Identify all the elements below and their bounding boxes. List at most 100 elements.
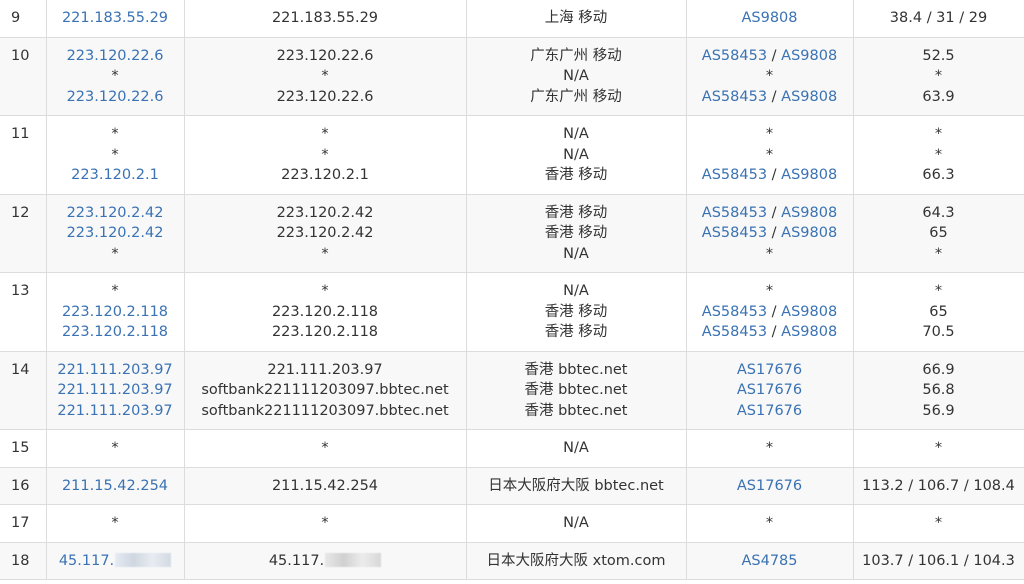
ip-link-text: 221.111.203.97 — [57, 361, 173, 378]
ip-link[interactable]: 223.120.22.6 — [47, 87, 184, 108]
asn-cell: AS9808 — [686, 0, 854, 38]
hop-number: 13 — [11, 283, 30, 299]
hop-row: 9 221.183.55.29 221.183.55.29 上海 移动 AS9808 38… — [0, 0, 1024, 38]
latency-text: 64.3 — [922, 204, 955, 221]
location-text: 香港 移动 — [544, 204, 608, 221]
asn-link[interactable]: AS58453 — [702, 304, 767, 320]
asn-link[interactable]: AS58453 — [702, 225, 767, 241]
asn-line: AS58453 / AS9808 — [687, 87, 853, 108]
asn-link[interactable]: AS9808 — [781, 324, 837, 340]
latency-cell: 38.4 / 31 / 29 — [853, 0, 1024, 38]
location: 日本大阪府大阪 bbtec.net — [467, 476, 686, 497]
asn-link[interactable]: AS58453 — [702, 48, 767, 64]
location-text: 广东广州 移动 — [530, 47, 622, 64]
ip-link[interactable]: 45.117. — [47, 551, 184, 572]
ip-link[interactable]: 223.120.2.42 — [47, 223, 184, 244]
hop-row: 13 * 223.120.2.118 223.120.2.118 * 223.120.2.… — [0, 272, 1024, 352]
asn-link[interactable]: AS9808 — [781, 89, 837, 105]
asn-cell: AS58453 / AS9808 AS58453 / AS9808 * — [686, 194, 854, 273]
asn-link[interactable]: AS17676 — [737, 382, 802, 398]
latency-text: * — [934, 440, 943, 456]
hostname: 223.120.2.118 — [185, 322, 466, 343]
latency-text: * — [934, 146, 943, 163]
hostname: 211.15.42.254 — [185, 476, 466, 497]
ip-link[interactable]: 223.120.2.118 — [47, 322, 184, 343]
hop-row: 16 211.15.42.254 211.15.42.254 日本大阪府大阪 bbte… — [0, 467, 1024, 505]
asn-link[interactable]: AS17676 — [737, 362, 802, 378]
asn-link[interactable]: AS58453 — [702, 89, 767, 105]
asn-line: AS58453 / AS9808 — [687, 322, 853, 343]
hostname-text: * — [321, 245, 329, 262]
hostname: 223.120.2.1 — [185, 165, 466, 186]
hostname: * — [185, 66, 466, 87]
asn-link[interactable]: AS17676 — [737, 478, 802, 494]
asn-link[interactable]: AS9808 — [781, 167, 837, 183]
ip-link[interactable]: 211.15.42.254 — [47, 476, 184, 497]
ip-link: * — [47, 513, 184, 534]
ip-link-text: 221.111.203.97 — [57, 402, 173, 419]
ip-link[interactable]: 223.120.22.6 — [47, 46, 184, 67]
hostname-cell: 221.111.203.97 softbank221111203097.bbtec… — [184, 351, 467, 430]
hostname-text: 221.183.55.29 — [271, 10, 379, 26]
asn-link[interactable]: AS4785 — [741, 553, 797, 569]
hop-number-cell: 16 — [0, 467, 47, 505]
asn-empty: * — [765, 146, 774, 163]
ip-link[interactable]: 223.120.2.1 — [47, 165, 184, 186]
ip-link[interactable]: 221.111.203.97 — [47, 360, 184, 381]
asn-link[interactable]: AS58453 — [702, 205, 767, 221]
latency-cell: 66.9 56.8 56.9 — [853, 351, 1024, 430]
asn-cell: * AS58453 / AS9808 AS58453 / AS9808 — [686, 272, 854, 352]
hostname-text: * — [321, 283, 329, 299]
hostname-text: 223.120.2.42 — [276, 225, 374, 241]
ip-link[interactable]: 221.111.203.97 — [47, 380, 184, 401]
hostname-cell: 211.15.42.254 — [184, 467, 467, 505]
location-text: 香港 移动 — [544, 324, 608, 340]
hop-number-cell: 10 — [0, 37, 47, 116]
hostname-text: * — [321, 146, 329, 163]
asn-link[interactable]: AS58453 — [702, 167, 767, 183]
hostname: * — [185, 438, 466, 459]
asn-link[interactable]: AS17676 — [737, 403, 802, 419]
asn-cell: AS58453 / AS9808 * AS58453 / AS9808 — [686, 37, 854, 116]
hop-row: 11 * * 223.120.2.1 * * 223.120.2.1 N/A N/A 香港 移动 *… — [0, 115, 1024, 195]
ip-link[interactable]: 223.120.2.118 — [47, 302, 184, 323]
location: N/A — [467, 513, 686, 534]
asn-cell: * * AS58453 / AS9808 — [686, 115, 854, 195]
hop-row: 12 223.120.2.42 223.120.2.42 * 223.120.2.42 2… — [0, 194, 1024, 273]
ip-link-text: 223.120.2.42 — [66, 204, 164, 221]
traceroute-table: 9 221.183.55.29 221.183.55.29 上海 移动 AS9808 38… — [0, 0, 1024, 580]
asn-link[interactable]: AS58453 — [702, 324, 767, 340]
hop-number-cell: 11 — [0, 115, 47, 195]
latency-text: 103.7 / 106.1 / 104.3 — [862, 552, 1015, 569]
latency-cell: * * 66.3 — [853, 115, 1024, 195]
redacted-blur — [325, 552, 382, 567]
hostname-cell: 223.120.2.42 223.120.2.42 * — [184, 194, 467, 273]
location-text: N/A — [563, 146, 589, 163]
latency: 66.9 — [854, 360, 1024, 381]
hostname-text: * — [321, 126, 329, 142]
asn-link[interactable]: AS9808 — [741, 10, 797, 26]
asn-link[interactable]: AS9808 — [781, 225, 837, 241]
ip-link-text: 223.120.22.6 — [66, 88, 164, 105]
ip-link[interactable]: 223.120.2.42 — [47, 203, 184, 224]
latency-cell: * — [853, 429, 1024, 468]
hostname-text: * — [321, 515, 329, 531]
ip-link: * — [47, 124, 184, 145]
ip-link[interactable]: 221.111.203.97 — [47, 401, 184, 422]
ip-link[interactable]: 221.183.55.29 — [47, 8, 184, 29]
latency: * — [854, 438, 1024, 459]
latency-text: 38.4 / 31 / 29 — [889, 10, 988, 26]
latency-text: * — [934, 245, 943, 262]
location: 香港 移动 — [467, 165, 686, 186]
hostname-text: 223.120.2.118 — [271, 303, 379, 320]
asn-link[interactable]: AS9808 — [781, 304, 837, 320]
hostname: 223.120.22.6 — [185, 46, 466, 67]
latency: 38.4 / 31 / 29 — [854, 8, 1024, 29]
latency-cell: 64.3 65 * — [853, 194, 1024, 273]
latency-cell: * 65 70.5 — [853, 272, 1024, 352]
hostname: 223.120.2.118 — [185, 302, 466, 323]
hostname: * — [185, 244, 466, 265]
hostname: 223.120.22.6 — [185, 87, 466, 108]
asn-link[interactable]: AS9808 — [781, 205, 837, 221]
asn-link[interactable]: AS9808 — [781, 48, 837, 64]
